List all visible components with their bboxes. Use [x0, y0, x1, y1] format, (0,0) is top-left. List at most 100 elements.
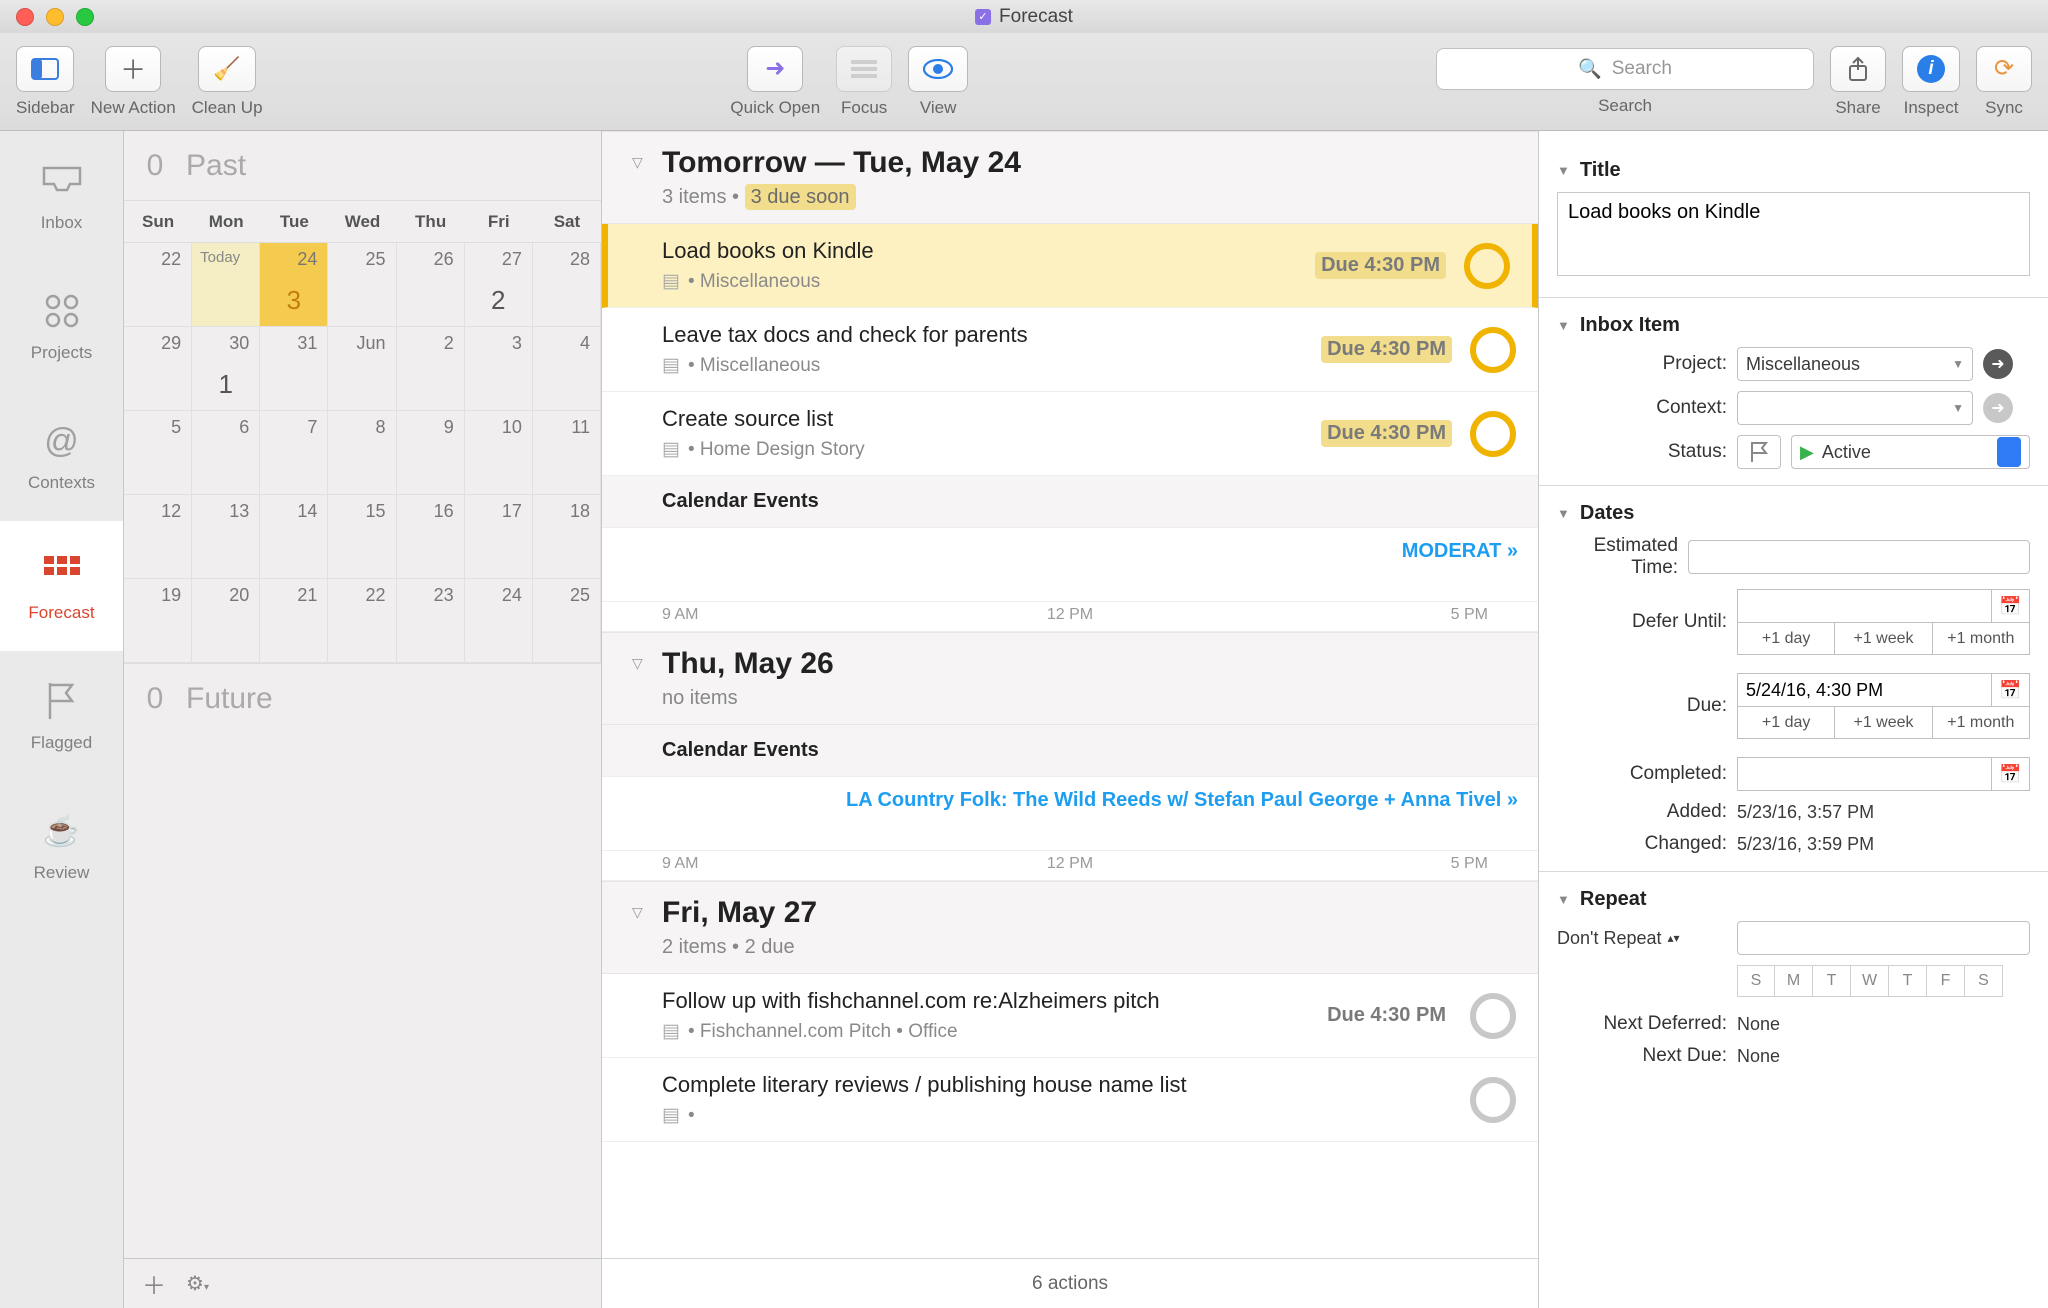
calendar-cell[interactable]: 21: [260, 579, 328, 663]
task-row[interactable]: Load books on Kindle▤ • MiscellaneousDue…: [602, 224, 1538, 308]
section-header[interactable]: ▽Tomorrow — Tue, May 243 items • 3 due s…: [602, 131, 1538, 224]
context-select[interactable]: ▼: [1737, 391, 1973, 425]
calendar-cell[interactable]: 6: [192, 411, 260, 495]
calendar-cell[interactable]: 4: [533, 327, 601, 411]
calendar-cell[interactable]: 22: [328, 579, 396, 663]
calendar-event[interactable]: LA Country Folk: The Wild Reeds w/ Stefa…: [846, 789, 1516, 812]
gear-dropdown[interactable]: ⚙︎▾: [186, 1271, 209, 1296]
share-button[interactable]: [1830, 46, 1886, 92]
window-close[interactable]: [16, 8, 34, 26]
calendar-cell[interactable]: Today: [192, 243, 260, 327]
repeat-mode-select[interactable]: Don't Repeat▴▾: [1557, 928, 1727, 949]
add-button[interactable]: ＋: [142, 1266, 166, 1301]
future-row[interactable]: 0 Future: [124, 663, 601, 733]
section-header[interactable]: ▽Thu, May 26no items: [602, 632, 1538, 725]
calendar-cell[interactable]: 24: [465, 579, 533, 663]
calendar-cell[interactable]: 25: [328, 243, 396, 327]
calendar-cell[interactable]: 26: [397, 243, 465, 327]
quick-date-button[interactable]: +1 day: [1737, 707, 1835, 739]
sidebar-item-flagged[interactable]: Flagged: [0, 651, 123, 781]
view-button[interactable]: [908, 46, 968, 92]
completed-input[interactable]: [1737, 757, 1992, 791]
calendar-cell[interactable]: 31: [260, 327, 328, 411]
disclosure-icon[interactable]: ▼: [1557, 892, 1570, 907]
sidebar-item-review[interactable]: ☕ Review: [0, 781, 123, 911]
window-minimize[interactable]: [46, 8, 64, 26]
inspect-button[interactable]: i: [1902, 46, 1960, 92]
go-to-project[interactable]: ➜: [1983, 349, 2013, 379]
task-row[interactable]: Complete literary reviews / publishing h…: [602, 1058, 1538, 1142]
sync-button[interactable]: ⟳: [1976, 46, 2032, 92]
estimated-time-input[interactable]: [1688, 540, 2030, 574]
clean-up-button[interactable]: 🧹: [198, 46, 255, 92]
calendar-cell[interactable]: 12: [124, 495, 192, 579]
focus-button[interactable]: [836, 46, 892, 92]
calendar-cell[interactable]: 19: [124, 579, 192, 663]
calendar-cell[interactable]: 20: [192, 579, 260, 663]
calendar-cell[interactable]: 25: [533, 579, 601, 663]
task-row[interactable]: Create source list▤ • Home Design StoryD…: [602, 392, 1538, 476]
calendar-cell[interactable]: 301: [192, 327, 260, 411]
sidebar-item-projects[interactable]: Projects: [0, 261, 123, 391]
status-select[interactable]: ▶ Active: [1791, 435, 2030, 469]
quick-date-button[interactable]: +1 day: [1737, 623, 1835, 655]
search-field[interactable]: 🔍 Search: [1436, 48, 1814, 90]
past-row[interactable]: 0 Past: [124, 131, 601, 201]
sidebar-item-contexts[interactable]: @ Contexts: [0, 391, 123, 521]
disclosure-icon[interactable]: ▼: [1557, 506, 1570, 521]
sidebar-item-inbox[interactable]: Inbox: [0, 131, 123, 261]
section-header[interactable]: ▽Fri, May 272 items • 2 due: [602, 881, 1538, 974]
defer-until-input[interactable]: [1737, 589, 1992, 623]
title-input[interactable]: [1557, 192, 2030, 276]
calendar-cell[interactable]: 11: [533, 411, 601, 495]
calendar-icon[interactable]: 📅: [1992, 589, 2030, 623]
repeat-day-grid[interactable]: SMTWTFS: [1737, 965, 2030, 997]
calendar-cell[interactable]: 7: [260, 411, 328, 495]
calendar-cell[interactable]: 22: [124, 243, 192, 327]
quick-date-button[interactable]: +1 week: [1835, 707, 1932, 739]
project-select[interactable]: Miscellaneous▼: [1737, 347, 1973, 381]
quick-date-button[interactable]: +1 month: [1933, 707, 2030, 739]
task-row[interactable]: Leave tax docs and check for parents▤ • …: [602, 308, 1538, 392]
disclosure-icon[interactable]: ▼: [1557, 318, 1570, 333]
calendar-cell[interactable]: 10: [465, 411, 533, 495]
calendar-cell[interactable]: 8: [328, 411, 396, 495]
calendar-icon[interactable]: 📅: [1992, 673, 2030, 707]
calendar-cell[interactable]: 13: [192, 495, 260, 579]
calendar-cell[interactable]: Jun: [328, 327, 396, 411]
go-to-context[interactable]: ➜: [1983, 393, 2013, 423]
calendar-cell[interactable]: 9: [397, 411, 465, 495]
sidebar-toggle-button[interactable]: [16, 46, 74, 92]
calendar-cell[interactable]: 15: [328, 495, 396, 579]
quick-date-button[interactable]: +1 week: [1835, 623, 1932, 655]
sidebar-item-forecast[interactable]: Forecast: [0, 521, 123, 651]
task-row[interactable]: Follow up with fishchannel.com re:Alzhei…: [602, 974, 1538, 1058]
calendar-cell[interactable]: 28: [533, 243, 601, 327]
calendar-cell[interactable]: 243: [260, 243, 328, 327]
calendar-cell[interactable]: 17: [465, 495, 533, 579]
complete-circle[interactable]: [1470, 327, 1516, 373]
calendar-cell[interactable]: 2: [397, 327, 465, 411]
flag-toggle[interactable]: [1737, 435, 1781, 469]
calendar-event[interactable]: MODERAT »: [1402, 540, 1516, 563]
window-zoom[interactable]: [76, 8, 94, 26]
calendar-cell[interactable]: 29: [124, 327, 192, 411]
calendar-icon[interactable]: 📅: [1992, 757, 2030, 791]
quick-open-button[interactable]: ➜: [747, 46, 803, 92]
disclosure-icon[interactable]: ▼: [1557, 163, 1570, 178]
complete-circle[interactable]: [1464, 243, 1510, 289]
calendar-cell[interactable]: 16: [397, 495, 465, 579]
calendar-cell[interactable]: 3: [465, 327, 533, 411]
calendar-cell[interactable]: 14: [260, 495, 328, 579]
calendar-cell[interactable]: 18: [533, 495, 601, 579]
complete-circle[interactable]: [1470, 1077, 1516, 1123]
calendar-cell[interactable]: 5: [124, 411, 192, 495]
complete-circle[interactable]: [1470, 993, 1516, 1039]
calendar-cell[interactable]: 272: [465, 243, 533, 327]
new-action-button[interactable]: ＋: [105, 46, 161, 92]
due-input[interactable]: [1737, 673, 1992, 707]
complete-circle[interactable]: [1470, 411, 1516, 457]
calendar-cell[interactable]: 23: [397, 579, 465, 663]
quick-date-button[interactable]: +1 month: [1933, 623, 2030, 655]
repeat-input[interactable]: [1737, 921, 2030, 955]
